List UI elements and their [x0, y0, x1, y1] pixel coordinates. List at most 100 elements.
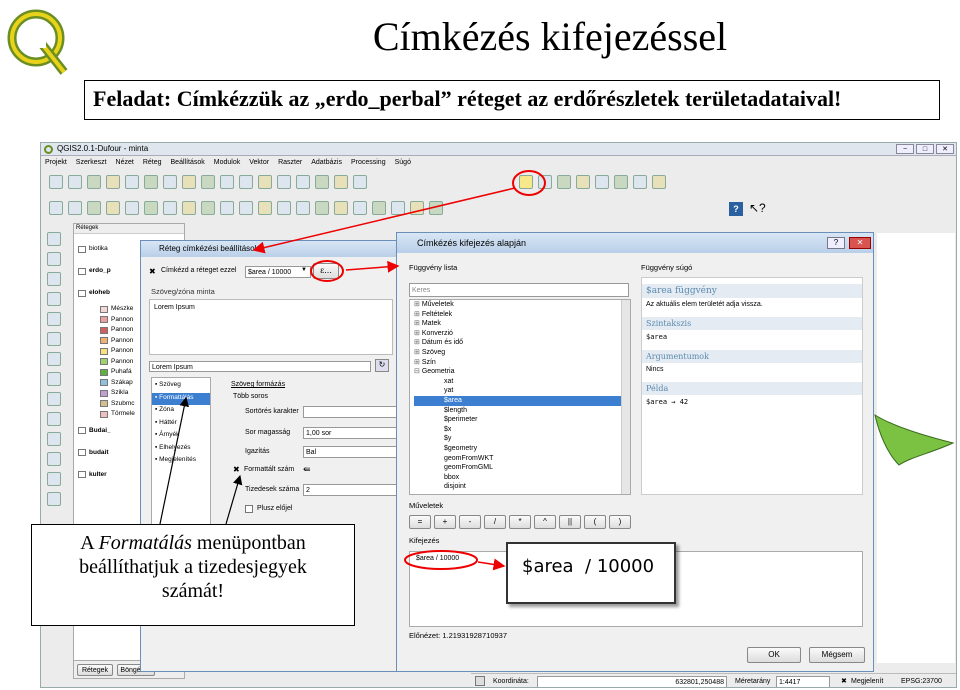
move-feature-icon[interactable] [125, 201, 139, 215]
tree-expand-icon[interactable]: ⊞ [414, 301, 422, 308]
category-item[interactable]: ▪ Háttér [152, 418, 210, 431]
label-change-icon[interactable] [614, 175, 628, 189]
add-mssql-icon[interactable] [47, 312, 61, 326]
cancel-button[interactable]: Mégsem [809, 647, 865, 663]
add-wcs-icon[interactable] [47, 372, 61, 386]
menu-item[interactable]: Modulok [214, 157, 240, 169]
category-item[interactable]: ▪ Elhelyezés [152, 443, 210, 456]
zoom-native-icon[interactable] [315, 201, 329, 215]
line-height-field[interactable]: 1,00 sor [303, 427, 397, 439]
function-tree-item[interactable]: ⊞ Matek [414, 319, 630, 329]
menu-item[interactable]: Nézet [116, 157, 134, 169]
add-vector-icon[interactable] [47, 232, 61, 246]
category-item[interactable]: ▪ Szöveg [152, 380, 210, 393]
node-tool-icon[interactable] [144, 201, 158, 215]
wrap-char-field[interactable] [303, 406, 397, 418]
function-tree-item[interactable]: bbox [414, 473, 630, 483]
tree-expand-icon[interactable]: ⊞ [414, 330, 422, 337]
status-icon[interactable] [475, 676, 485, 686]
operator-button[interactable]: / [484, 515, 506, 529]
tree-expand-icon[interactable]: ⊞ [414, 349, 422, 356]
menu-item[interactable]: Projekt [45, 157, 67, 169]
zoom-in-icon[interactable] [239, 201, 253, 215]
menu-item[interactable]: Processing [351, 157, 386, 169]
tree-expand-icon[interactable]: ⊞ [414, 320, 422, 327]
open-project-icon[interactable] [68, 175, 82, 189]
tree-expand-icon[interactable]: ⊟ [414, 368, 422, 375]
close-button[interactable]: ✕ [936, 144, 954, 154]
measure-icon[interactable] [182, 175, 196, 189]
function-tree-item[interactable]: $length [414, 406, 630, 416]
operator-button[interactable]: = [409, 515, 431, 529]
function-tree-item[interactable]: ⊞ Feltételek [414, 310, 630, 320]
print-composer-icon[interactable] [125, 175, 139, 189]
select-icon[interactable] [201, 175, 215, 189]
category-item[interactable]: ▪ Formattálás [152, 392, 210, 405]
zoom-full-icon[interactable] [334, 201, 348, 215]
operator-button[interactable]: ^ [534, 515, 556, 529]
edit-pencil-icon[interactable] [49, 201, 63, 215]
menu-item[interactable]: Vektor [249, 157, 269, 169]
dialog-close-button[interactable]: ✕ [849, 237, 871, 249]
text-sample-section[interactable]: Szöveg/zóna minta [151, 287, 215, 296]
menu-item[interactable]: Réteg [143, 157, 162, 169]
deselect-icon[interactable] [220, 175, 234, 189]
new-project-icon[interactable] [49, 175, 63, 189]
ok-button[interactable]: OK [747, 647, 801, 663]
add-postgis-icon[interactable] [47, 272, 61, 286]
operator-button[interactable]: + [434, 515, 456, 529]
menu-item[interactable]: Raszter [278, 157, 302, 169]
add-delimited-icon[interactable] [47, 412, 61, 426]
function-tree-item[interactable]: $x [414, 425, 630, 435]
new-layer-icon[interactable] [47, 432, 61, 446]
copy-icon[interactable] [201, 201, 215, 215]
label-rotate-icon[interactable] [595, 175, 609, 189]
category-item[interactable]: ▪ Árnyék [152, 430, 210, 443]
field-dropdown-icon[interactable]: ▼ [301, 267, 307, 273]
zoom-out-icon[interactable] [296, 201, 310, 215]
preview-text-field[interactable]: Lorem Ipsum [149, 361, 371, 372]
function-tree-item[interactable]: ⊞ Szöveg [414, 348, 630, 358]
coord-field[interactable]: 632801,250488 [537, 676, 727, 687]
function-tree-item[interactable]: ⊞ Szín [414, 358, 630, 368]
label-props-icon[interactable] [652, 175, 666, 189]
tree-expand-icon[interactable]: ⊞ [414, 339, 422, 346]
delete-icon[interactable] [163, 201, 177, 215]
label-highlight-icon[interactable] [633, 175, 647, 189]
save-edits-icon[interactable] [87, 201, 101, 215]
menu-item[interactable]: Szerkeszt [76, 157, 107, 169]
function-tree-item[interactable]: $y [414, 434, 630, 444]
function-tree-item[interactable]: yat [414, 386, 630, 396]
number-format-icon[interactable]: ⇚ [303, 464, 311, 475]
minimize-button[interactable]: − [896, 144, 914, 154]
scale-field[interactable]: 1:4417 [776, 676, 830, 687]
category-item[interactable]: ▪ Megjelenítés [152, 455, 210, 468]
zoom-selection-icon[interactable] [372, 201, 386, 215]
digitize-icon[interactable] [47, 472, 61, 486]
menu-item[interactable]: Súgó [395, 157, 411, 169]
operator-button[interactable]: * [509, 515, 531, 529]
add-oracle-icon[interactable] [47, 332, 61, 346]
composer-manager-icon[interactable] [144, 175, 158, 189]
function-tree-item[interactable]: ⊞ Konverzió [414, 329, 630, 339]
maximize-button[interactable]: □ [916, 144, 934, 154]
add-wfs-icon[interactable] [47, 392, 61, 406]
field-calculator-icon[interactable] [277, 175, 291, 189]
label-move-icon[interactable] [576, 175, 590, 189]
operator-button[interactable]: - [459, 515, 481, 529]
menu-item[interactable]: Beállítások [171, 157, 205, 169]
whats-this-icon[interactable]: ↖? [749, 201, 766, 215]
map-tips-icon[interactable] [296, 175, 310, 189]
align-select[interactable]: Bal [303, 446, 397, 458]
operator-button[interactable]: ) [609, 515, 631, 529]
refresh-icon[interactable] [429, 201, 443, 215]
add-wms-icon[interactable] [47, 352, 61, 366]
pan-to-selection-icon[interactable] [277, 201, 291, 215]
save-as-icon[interactable] [106, 175, 120, 189]
label-show-icon[interactable] [557, 175, 571, 189]
toggle-edit-icon[interactable] [68, 201, 82, 215]
tab-layers[interactable]: Rétegek [77, 664, 113, 676]
function-tree-item[interactable]: geomFromGML [414, 463, 630, 473]
bookmark-icon[interactable] [315, 175, 329, 189]
add-spatialite-icon[interactable] [47, 292, 61, 306]
